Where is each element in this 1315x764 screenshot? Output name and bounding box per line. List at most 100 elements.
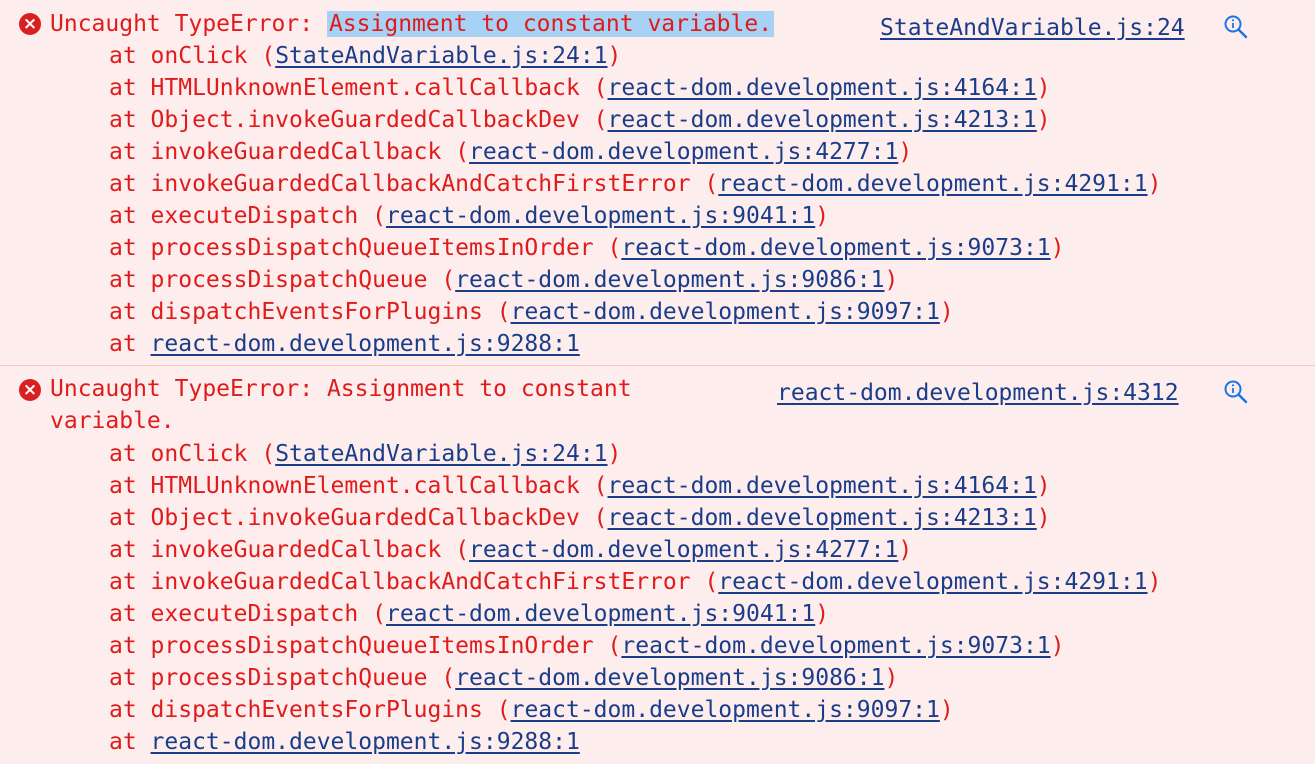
stack-frame-paren: ) (1050, 633, 1065, 659)
stack-frame-location-link[interactable]: StateAndVariable.js:24:1 (275, 441, 607, 467)
stack-frame-location-link[interactable]: react-dom.development.js:4164:1 (608, 75, 1037, 101)
stack-frame-location-link[interactable]: react-dom.development.js:9288:1 (151, 729, 580, 755)
stack-frame-location-link[interactable]: react-dom.development.js:4213:1 (608, 107, 1037, 133)
stack-frame-location-link[interactable]: react-dom.development.js:9086:1 (455, 665, 884, 691)
stack-frame-function: onClick (150, 43, 262, 69)
stack-frame-function: Object.invokeGuardedCallbackDev (150, 505, 594, 531)
stack-frame: at invokeGuardedCallbackAndCatchFirstErr… (109, 566, 1161, 598)
stack-frame-paren: ( (496, 697, 511, 723)
stack-frame-paren: ( (704, 569, 719, 595)
stack-frame-at: at (109, 537, 151, 563)
stack-frame: at processDispatchQueueItemsInOrder (rea… (109, 232, 1065, 264)
selected-error-text[interactable]: Assignment to constant variable. (326, 11, 775, 37)
stack-frame-location-link[interactable]: StateAndVariable.js:24:1 (275, 43, 607, 69)
stack-frame-paren: ) (1147, 569, 1162, 595)
stack-frame-paren: ( (593, 107, 608, 133)
console-error-entry: × Uncaught TypeError: Assignment to cons… (0, 0, 1315, 366)
stack-frame-location-link[interactable]: react-dom.development.js:4291:1 (718, 171, 1147, 197)
stack-frame-paren: ) (1036, 505, 1051, 531)
stack-frame-function: processDispatchQueueItemsInOrder (150, 235, 608, 261)
stack-frame-at: at (109, 299, 151, 325)
stack-frame: at Object.invokeGuardedCallbackDev (reac… (109, 502, 1051, 534)
error-message-continued: variable. (50, 408, 175, 434)
stack-frame-paren: ( (593, 505, 608, 531)
stack-frame-location-link[interactable]: react-dom.development.js:4291:1 (718, 569, 1147, 595)
stack-frame-function: HTMLUnknownElement.callCallback (150, 75, 594, 101)
magnifier-icon[interactable] (1223, 14, 1249, 40)
stack-frame: at processDispatchQueue (react-dom.devel… (109, 264, 898, 296)
stack-frame-location-link[interactable]: react-dom.development.js:4277:1 (469, 537, 898, 563)
stack-frame-paren: ( (455, 139, 470, 165)
stack-frame-paren: ) (898, 139, 913, 165)
stack-frame: at HTMLUnknownElement.callCallback (reac… (109, 470, 1051, 502)
stack-frame-paren: ( (261, 43, 276, 69)
console-error-entry: × Uncaught TypeError: Assignment to cons… (0, 366, 1315, 764)
stack-frame-paren: ( (496, 299, 511, 325)
stack-frame-paren: ) (1036, 75, 1051, 101)
stack-frame-location-link[interactable]: react-dom.development.js:4164:1 (608, 473, 1037, 499)
stack-frame-function: invokeGuardedCallback (150, 537, 456, 563)
stack-frame-location-link[interactable]: react-dom.development.js:9086:1 (455, 267, 884, 293)
magnifier-icon[interactable] (1223, 379, 1249, 405)
stack-frame-paren: ( (607, 633, 622, 659)
stack-frame-at: at (109, 331, 151, 357)
stack-frame-paren: ) (1036, 473, 1051, 499)
stack-frame: at executeDispatch (react-dom.developmen… (109, 200, 829, 232)
error-prefix: Uncaught TypeError: (50, 376, 327, 402)
stack-frame: at react-dom.development.js:9288:1 (109, 328, 580, 360)
stack-frame: at Object.invokeGuardedCallbackDev (reac… (109, 104, 1051, 136)
source-link[interactable]: StateAndVariable.js:24 (880, 12, 1185, 44)
stack-frame-location-link[interactable]: react-dom.development.js:9097:1 (511, 697, 940, 723)
stack-frame-function: executeDispatch (150, 203, 373, 229)
error-message-text: Assignment to constant (326, 376, 632, 402)
stack-frame: at onClick (StateAndVariable.js:24:1) (109, 40, 621, 72)
stack-frame-location-link[interactable]: react-dom.development.js:9073:1 (621, 633, 1050, 659)
stack-frame-at: at (109, 43, 151, 69)
stack-frame-paren: ) (939, 299, 954, 325)
stack-frame-location-link[interactable]: react-dom.development.js:9073:1 (621, 235, 1050, 261)
stack-frame-at: at (109, 235, 151, 261)
stack-frame-location-link[interactable]: react-dom.development.js:9097:1 (511, 299, 940, 325)
stack-frame-at: at (109, 601, 151, 627)
stack-frame: at processDispatchQueue (react-dom.devel… (109, 662, 898, 694)
stack-frame-location-link[interactable]: react-dom.development.js:9041:1 (386, 203, 815, 229)
stack-frame-location-link[interactable]: react-dom.development.js:4277:1 (469, 139, 898, 165)
stack-frame-at: at (109, 267, 151, 293)
stack-frame-function: dispatchEventsForPlugins (150, 299, 497, 325)
stack-frame-paren: ( (441, 665, 456, 691)
stack-frame-paren: ) (884, 665, 899, 691)
stack-frame-at: at (109, 75, 151, 101)
stack-frame-paren: ) (898, 537, 913, 563)
stack-frame-function: processDispatchQueue (150, 665, 442, 691)
stack-frame-location-link[interactable]: react-dom.development.js:4213:1 (608, 505, 1037, 531)
source-link[interactable]: react-dom.development.js:4312 (777, 377, 1179, 409)
stack-frame-function: dispatchEventsForPlugins (150, 697, 497, 723)
stack-frame-paren: ) (607, 441, 622, 467)
stack-frame: at onClick (StateAndVariable.js:24:1) (109, 438, 621, 470)
stack-frame: at processDispatchQueueItemsInOrder (rea… (109, 630, 1065, 662)
stack-frame-paren: ( (372, 601, 386, 627)
stack-frame-at: at (109, 107, 151, 133)
stack-frame-paren: ) (1147, 171, 1162, 197)
error-message: Uncaught TypeError: Assignment to consta… (50, 8, 775, 40)
stack-frame-at: at (109, 139, 151, 165)
stack-frame-paren: ( (372, 203, 386, 229)
error-circle-icon: × (19, 13, 41, 35)
stack-frame-location-link[interactable]: react-dom.development.js:9041:1 (386, 601, 815, 627)
stack-frame-at: at (109, 569, 151, 595)
stack-frame-function: Object.invokeGuardedCallbackDev (150, 107, 594, 133)
stack-frame-at: at (109, 697, 151, 723)
stack-frame-function: invokeGuardedCallbackAndCatchFirstError (150, 171, 705, 197)
stack-frame-at: at (109, 171, 151, 197)
stack-frame: at executeDispatch (react-dom.developmen… (109, 598, 829, 630)
stack-frame-paren: ) (815, 203, 830, 229)
stack-frame-at: at (109, 729, 151, 755)
stack-frame-at: at (109, 203, 151, 229)
stack-frame-paren: ) (884, 267, 899, 293)
stack-frame-paren: ) (939, 697, 954, 723)
error-prefix: Uncaught TypeError: (50, 11, 327, 37)
stack-frame-paren: ) (607, 43, 622, 69)
stack-frame-paren: ( (441, 267, 456, 293)
stack-frame-location-link[interactable]: react-dom.development.js:9288:1 (151, 331, 580, 357)
stack-frame: at dispatchEventsForPlugins (react-dom.d… (109, 694, 954, 726)
